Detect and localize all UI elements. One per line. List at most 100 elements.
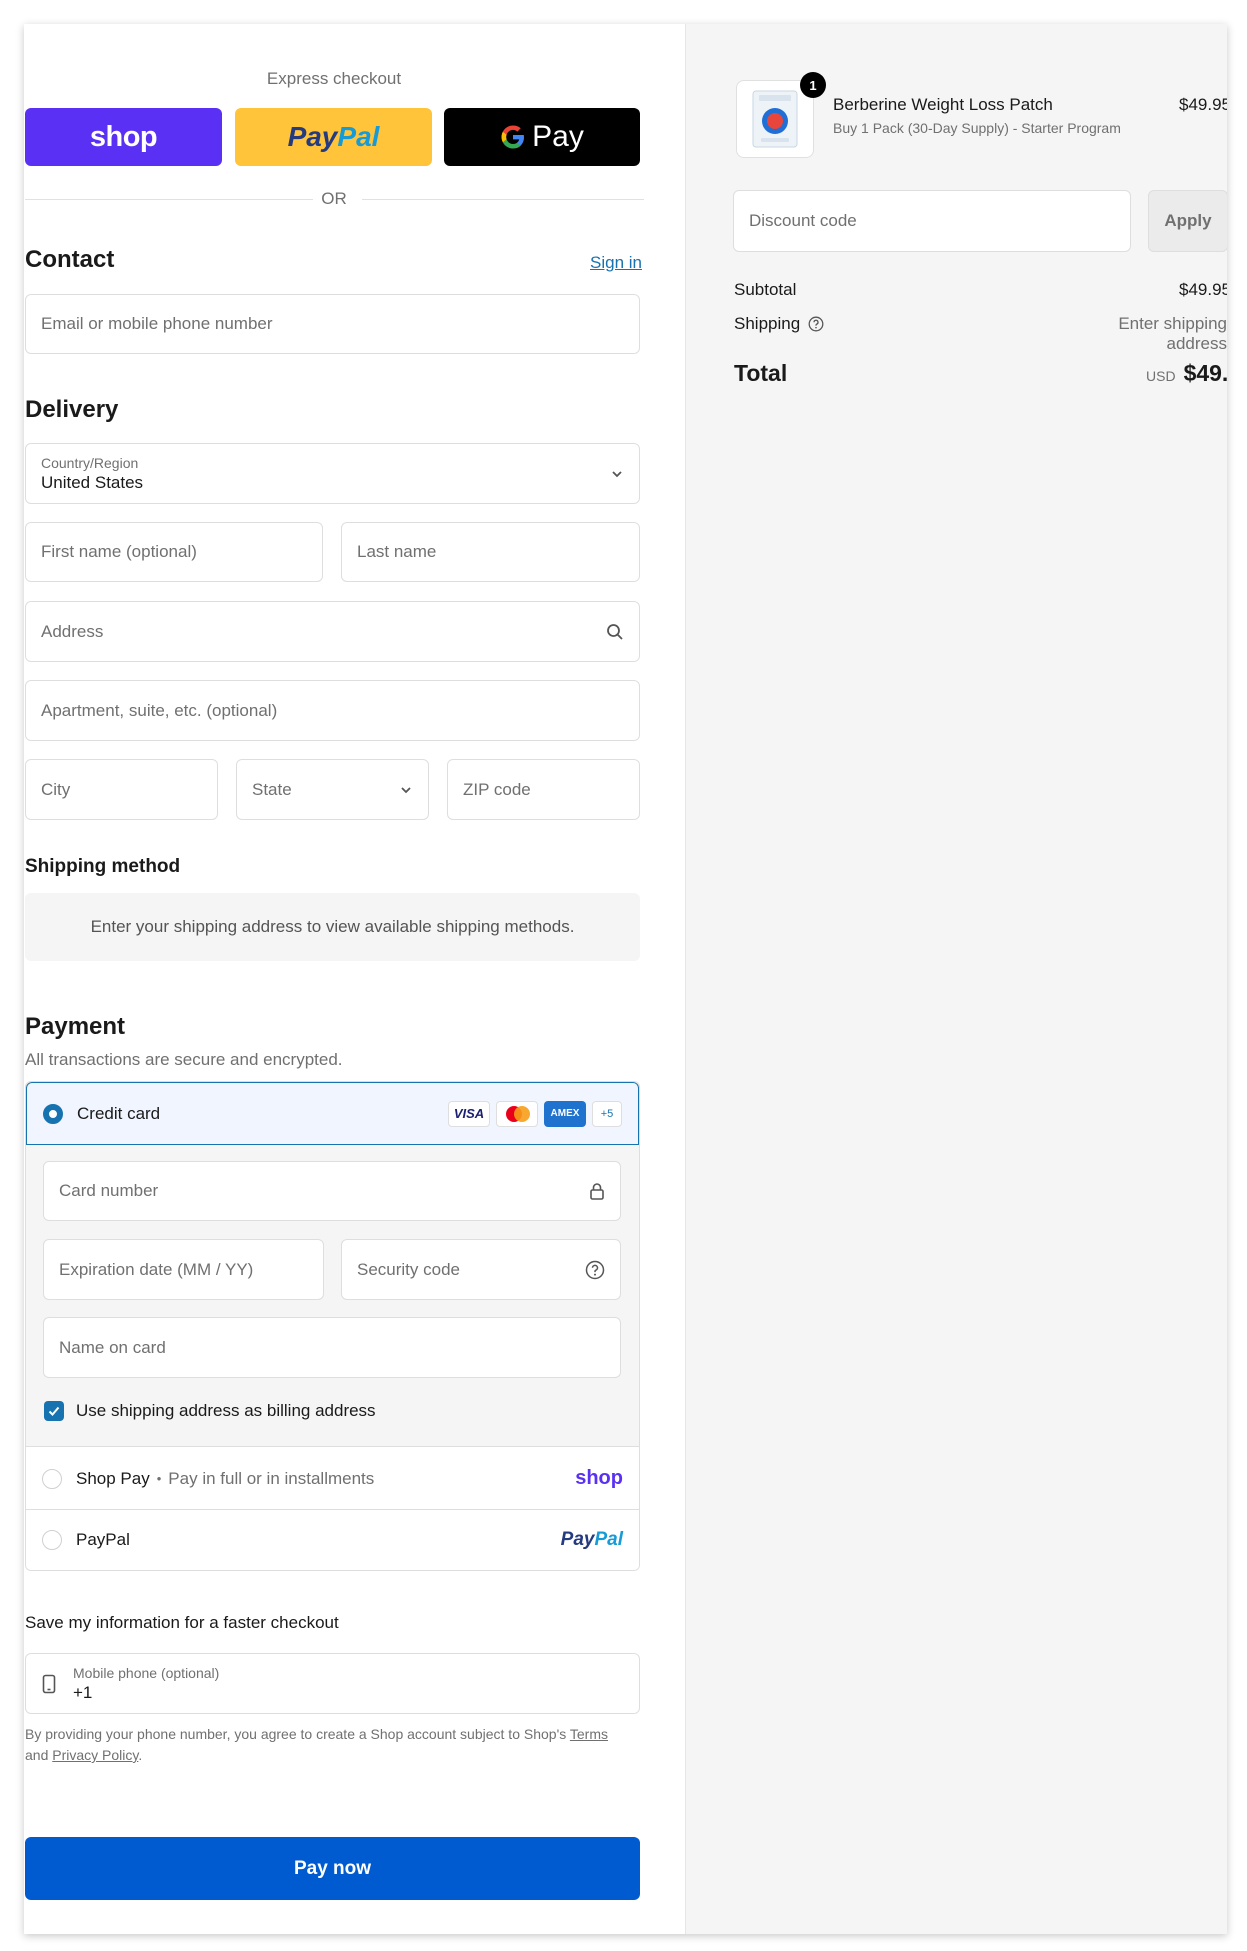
address-placeholder: Address xyxy=(41,621,104,641)
first-name-placeholder: First name (optional) xyxy=(41,542,197,561)
privacy-policy-link[interactable]: Privacy Policy xyxy=(52,1747,138,1763)
name-on-card-field[interactable]: Name on card xyxy=(43,1317,621,1378)
subtotal-label: Subtotal xyxy=(734,280,797,299)
mastercard-icon xyxy=(496,1100,538,1127)
product-variant: Buy 1 Pack (30-Day Supply) - Starter Pro… xyxy=(833,120,1121,136)
paypal-logo-part-1: Pay xyxy=(287,121,338,152)
google-g-icon xyxy=(501,125,525,149)
shipping-method-message: Enter your shipping address to view avai… xyxy=(25,893,640,961)
country-label: Country/Region xyxy=(41,454,139,471)
last-name-placeholder: Last name xyxy=(357,542,437,561)
contact-heading: Contact xyxy=(25,246,115,273)
shop-pay-label: Shop Pay xyxy=(76,1468,150,1488)
total-row-value: USD $49.95 xyxy=(1146,360,1227,387)
or-separator-text: OR xyxy=(321,189,347,208)
first-name-field[interactable]: First name (optional) xyxy=(25,522,323,582)
billing-same-row[interactable]: Use shipping address as billing address xyxy=(44,1401,376,1421)
paypal-label: PayPal xyxy=(76,1530,130,1549)
mobile-phone-value: +1 xyxy=(73,1682,93,1702)
zip-field[interactable]: ZIP code xyxy=(447,759,640,820)
state-select[interactable]: State xyxy=(236,759,429,820)
country-select[interactable]: Country/Region United States xyxy=(25,443,640,504)
google-pay-express-button[interactable]: Pay xyxy=(444,108,640,166)
apartment-field[interactable]: Apartment, suite, etc. (optional) xyxy=(25,680,640,741)
shipping-label: Shipping xyxy=(734,314,801,333)
total-value: $49.95 xyxy=(1183,360,1227,386)
email-field[interactable]: Email or mobile phone number xyxy=(25,294,640,354)
product-price: $49.95 xyxy=(1179,95,1227,114)
apply-discount-button[interactable]: Apply xyxy=(1148,190,1227,252)
address-field[interactable]: Address xyxy=(25,601,640,662)
shipping-method-heading: Shipping method xyxy=(25,856,181,877)
shipping-value: Enter shipping address xyxy=(1118,314,1227,353)
payment-methods: Credit card VISA AMEX +5 Card number Exp… xyxy=(25,1081,640,1571)
name-on-card-placeholder: Name on card xyxy=(59,1337,166,1357)
save-info-heading: Save my information for a faster checkou… xyxy=(25,1613,339,1632)
chevron-down-icon xyxy=(399,783,413,797)
country-value: United States xyxy=(41,472,144,492)
pay-now-button[interactable]: Pay now xyxy=(25,1837,640,1900)
security-code-placeholder: Security code xyxy=(357,1259,460,1279)
visa-icon: VISA xyxy=(448,1100,490,1127)
shop-pay-sublabel: Pay in full or in installments xyxy=(168,1468,375,1488)
paypal-logo-part-2: Pal xyxy=(337,121,380,152)
shop-pay-separator: • xyxy=(156,1471,162,1486)
more-brands-badge: +5 xyxy=(592,1100,622,1127)
help-icon[interactable] xyxy=(585,1260,605,1280)
total-label: Total xyxy=(734,360,788,386)
subtotal-value: $49.95 xyxy=(1179,280,1227,299)
billing-same-label: Use shipping address as billing address xyxy=(76,1401,376,1420)
security-code-field[interactable]: Security code xyxy=(341,1239,621,1300)
payment-heading: Payment xyxy=(25,1013,126,1040)
currency-code: USD xyxy=(1146,368,1176,384)
chevron-down-icon xyxy=(610,467,624,481)
card-brands: VISA AMEX +5 xyxy=(442,1100,622,1127)
credit-card-radio[interactable] xyxy=(43,1103,63,1124)
phone-disclaimer: By providing your phone number, you agre… xyxy=(25,1726,609,1763)
payment-subtitle: All transactions are secure and encrypte… xyxy=(25,1050,343,1069)
apartment-placeholder: Apartment, suite, etc. (optional) xyxy=(41,700,278,720)
shop-pay-radio[interactable] xyxy=(42,1468,62,1489)
paypal-radio[interactable] xyxy=(42,1530,62,1550)
quantity-badge: 1 xyxy=(800,72,826,98)
credit-card-option[interactable]: Credit card VISA AMEX +5 xyxy=(26,1082,639,1145)
order-summary: 1 Berberine Weight Loss Patch Buy 1 Pack… xyxy=(686,24,1227,1934)
email-placeholder: Email or mobile phone number xyxy=(41,314,273,333)
help-icon[interactable] xyxy=(808,316,824,332)
amex-icon: AMEX xyxy=(544,1100,586,1127)
mobile-phone-label: Mobile phone (optional) xyxy=(73,1664,220,1681)
shop-pay-express-button[interactable]: shop xyxy=(25,108,222,166)
expiration-field[interactable]: Expiration date (MM / YY) xyxy=(43,1239,324,1300)
product-name: Berberine Weight Loss Patch xyxy=(833,95,1053,114)
mobile-phone-icon xyxy=(41,1674,57,1694)
terms-link[interactable]: Terms xyxy=(570,1726,608,1742)
zip-placeholder: ZIP code xyxy=(463,779,531,799)
shop-pay-logo: shop xyxy=(89,120,158,153)
express-checkout-title: Express checkout xyxy=(266,69,402,88)
last-name-field[interactable]: Last name xyxy=(341,522,640,582)
shop-pay-option[interactable]: Shop Pay • Pay in full or in installment… xyxy=(26,1448,639,1509)
delivery-heading: Delivery xyxy=(25,396,119,423)
credit-card-form: Card number Expiration date (MM / YY) Se… xyxy=(26,1145,639,1447)
shipping-row-label: Shipping xyxy=(734,314,824,334)
card-number-field[interactable]: Card number xyxy=(43,1161,621,1221)
checkout-window: Express checkout shop Pay Pal Pay OR Cont… xyxy=(24,24,1227,1934)
state-placeholder: State xyxy=(252,779,292,799)
search-icon xyxy=(606,623,624,641)
sign-in-link[interactable]: Sign in xyxy=(590,253,642,273)
city-field[interactable]: City xyxy=(25,759,218,820)
lock-icon xyxy=(589,1182,605,1200)
credit-card-label: Credit card xyxy=(77,1103,161,1123)
discount-code-field[interactable]: Discount code xyxy=(733,190,1131,252)
paypal-express-button[interactable]: Pay Pal xyxy=(235,108,432,166)
discount-code-placeholder: Discount code xyxy=(749,211,857,230)
checkmark-icon xyxy=(48,1406,60,1416)
checkout-form: Express checkout shop Pay Pal Pay OR Cont… xyxy=(24,24,686,1934)
paypal-option[interactable]: PayPal PayPal xyxy=(26,1509,639,1570)
mobile-phone-field[interactable]: Mobile phone (optional) +1 xyxy=(25,1653,640,1714)
paypal-logo: PayPal xyxy=(560,1529,623,1550)
expiration-placeholder: Expiration date (MM / YY) xyxy=(59,1259,254,1279)
billing-same-checkbox[interactable] xyxy=(44,1401,64,1421)
card-number-placeholder: Card number xyxy=(59,1181,159,1200)
google-pay-label: Pay xyxy=(532,120,584,153)
